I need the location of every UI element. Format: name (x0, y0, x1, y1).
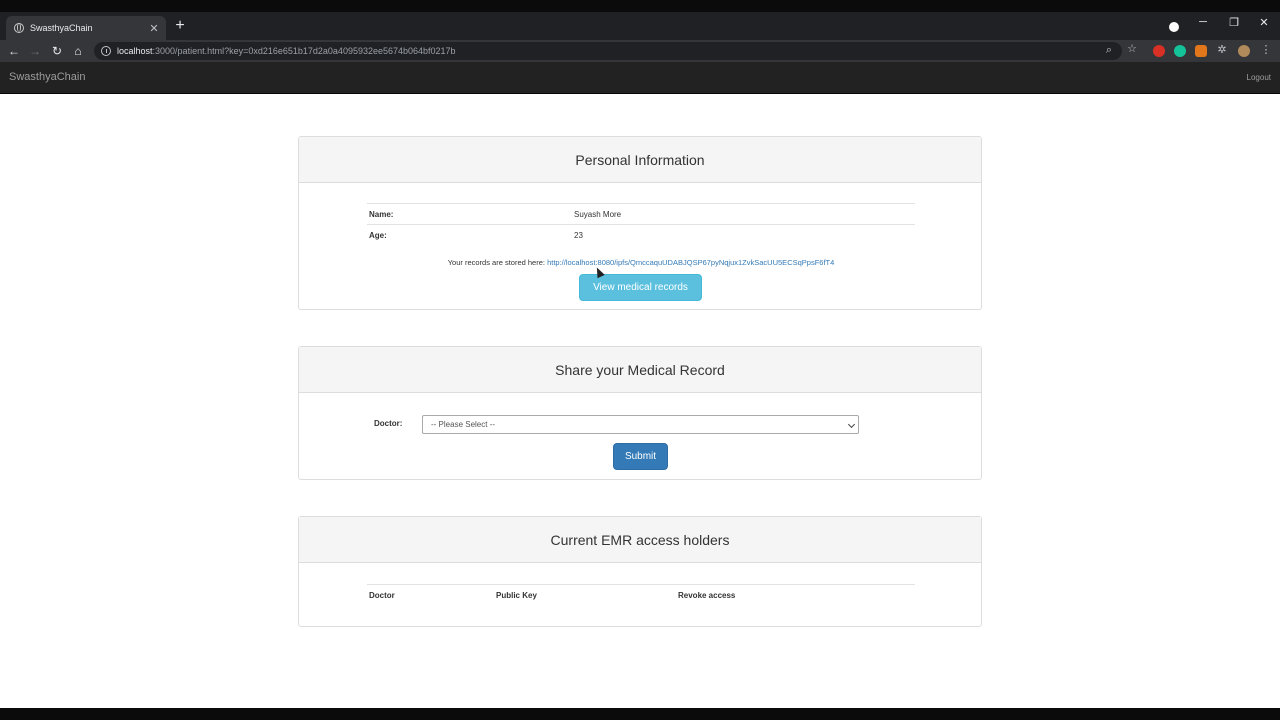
reload-icon[interactable]: ↻ (49, 42, 65, 60)
new-tab-icon[interactable]: + (172, 18, 188, 34)
name-value: Suyash More (572, 203, 915, 225)
browser-menu-icon[interactable]: ⋮ (1259, 43, 1273, 56)
minimize-icon[interactable]: ─ (1194, 16, 1212, 28)
browser-tab-bar: SwasthyaChain ✕ + ─ ❐ ✕ (0, 12, 1280, 40)
profile-avatar[interactable] (1238, 45, 1250, 57)
tab-close-icon[interactable]: ✕ (148, 22, 160, 35)
url-path: :3000/patient.html?key=0xd216e651b17d2a0… (152, 46, 456, 56)
recording-indicator-icon (1169, 22, 1179, 32)
doctor-label: Doctor: (374, 419, 403, 428)
address-bar[interactable]: localhost:3000/patient.html?key=0xd216e6… (94, 42, 1122, 60)
table-header-row: Doctor Public Key Revoke access (367, 584, 915, 606)
tab-title: SwasthyaChain (30, 23, 93, 33)
age-label: Age: (367, 224, 572, 246)
doctor-select[interactable]: -- Please Select -- (422, 415, 859, 434)
submit-button[interactable]: Submit (613, 443, 668, 470)
browser-tab[interactable]: SwasthyaChain ✕ (6, 16, 166, 40)
personal-info-panel: Personal Information Name: Suyash More A… (298, 136, 982, 310)
extensions-puzzle-icon[interactable]: ✲ (1215, 43, 1229, 56)
screen-top-border (0, 0, 1280, 12)
doctor-select-value: -- Please Select -- (431, 420, 496, 429)
records-link[interactable]: http://localhost:8080/ipfs/QmccaquUDABJQ… (547, 258, 834, 267)
name-label: Name: (367, 203, 572, 225)
extension-red-icon[interactable] (1153, 45, 1165, 57)
table-row: Name: Suyash More (367, 203, 915, 225)
app-navbar: SwasthyaChain Logout (0, 62, 1280, 94)
url-host: localhost (117, 46, 153, 56)
globe-icon (14, 23, 24, 33)
bookmark-star-icon[interactable]: ☆ (1125, 42, 1139, 55)
personal-info-table: Name: Suyash More Age: 23 (367, 203, 915, 246)
browser-toolbar: ← → ↻ ⌂ localhost:3000/patient.html?key=… (0, 40, 1280, 62)
records-location: Your records are stored here: http://loc… (299, 258, 983, 267)
metamask-extension-icon[interactable] (1195, 45, 1207, 57)
grammarly-extension-icon[interactable] (1174, 45, 1186, 57)
personal-info-heading: Personal Information (299, 137, 981, 183)
access-holders-heading: Current EMR access holders (299, 517, 981, 563)
brand-link[interactable]: SwasthyaChain (9, 71, 85, 83)
column-header-public-key: Public Key (494, 584, 676, 606)
column-header-doctor: Doctor (367, 584, 494, 606)
chevron-down-icon (847, 420, 856, 429)
access-holders-panel: Current EMR access holders Doctor Public… (298, 516, 982, 627)
screen-bottom-border (0, 708, 1280, 720)
share-record-heading: Share your Medical Record (299, 347, 981, 393)
home-icon[interactable]: ⌂ (70, 42, 86, 60)
access-holders-table: Doctor Public Key Revoke access (367, 584, 915, 606)
column-header-revoke-access: Revoke access (676, 584, 915, 606)
back-icon[interactable]: ← (6, 42, 22, 60)
age-value: 23 (572, 224, 915, 246)
restore-icon[interactable]: ❐ (1225, 16, 1243, 29)
table-row: Age: 23 (367, 224, 915, 246)
share-record-panel: Share your Medical Record Doctor: -- Ple… (298, 346, 982, 480)
site-info-icon[interactable] (101, 46, 111, 56)
page-content: Personal Information Name: Suyash More A… (0, 94, 1280, 708)
window-close-icon[interactable]: ✕ (1255, 16, 1273, 29)
zoom-icon[interactable]: ⌕ (1102, 44, 1116, 57)
records-prefix: Your records are stored here: (447, 258, 545, 267)
forward-icon[interactable]: → (27, 42, 43, 60)
logout-link[interactable]: Logout (1247, 73, 1271, 82)
